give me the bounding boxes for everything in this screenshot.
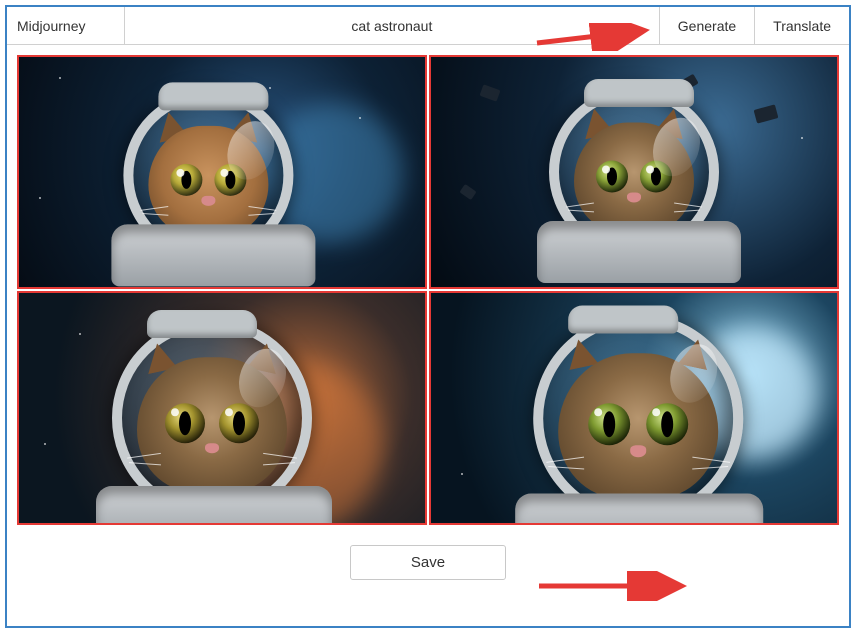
prompt-input[interactable]: cat astronaut xyxy=(125,7,660,44)
model-label: Midjourney xyxy=(17,18,85,34)
toolbar: Midjourney cat astronaut Generate Transl… xyxy=(7,7,849,45)
generated-image-2[interactable] xyxy=(429,55,839,289)
translate-label: Translate xyxy=(773,18,831,34)
model-selector[interactable]: Midjourney xyxy=(7,7,125,44)
save-label: Save xyxy=(411,554,445,571)
generate-label: Generate xyxy=(678,18,736,34)
prompt-text: cat astronaut xyxy=(351,18,432,34)
translate-button[interactable]: Translate xyxy=(755,7,849,44)
generated-image-3[interactable] xyxy=(17,291,427,525)
generate-button[interactable]: Generate xyxy=(660,7,755,44)
footer: Save xyxy=(7,525,849,580)
generated-image-1[interactable] xyxy=(17,55,427,289)
app-frame: Midjourney cat astronaut Generate Transl… xyxy=(5,5,851,628)
generated-image-4[interactable] xyxy=(429,291,839,525)
image-grid xyxy=(7,45,849,525)
save-button[interactable]: Save xyxy=(350,545,506,580)
